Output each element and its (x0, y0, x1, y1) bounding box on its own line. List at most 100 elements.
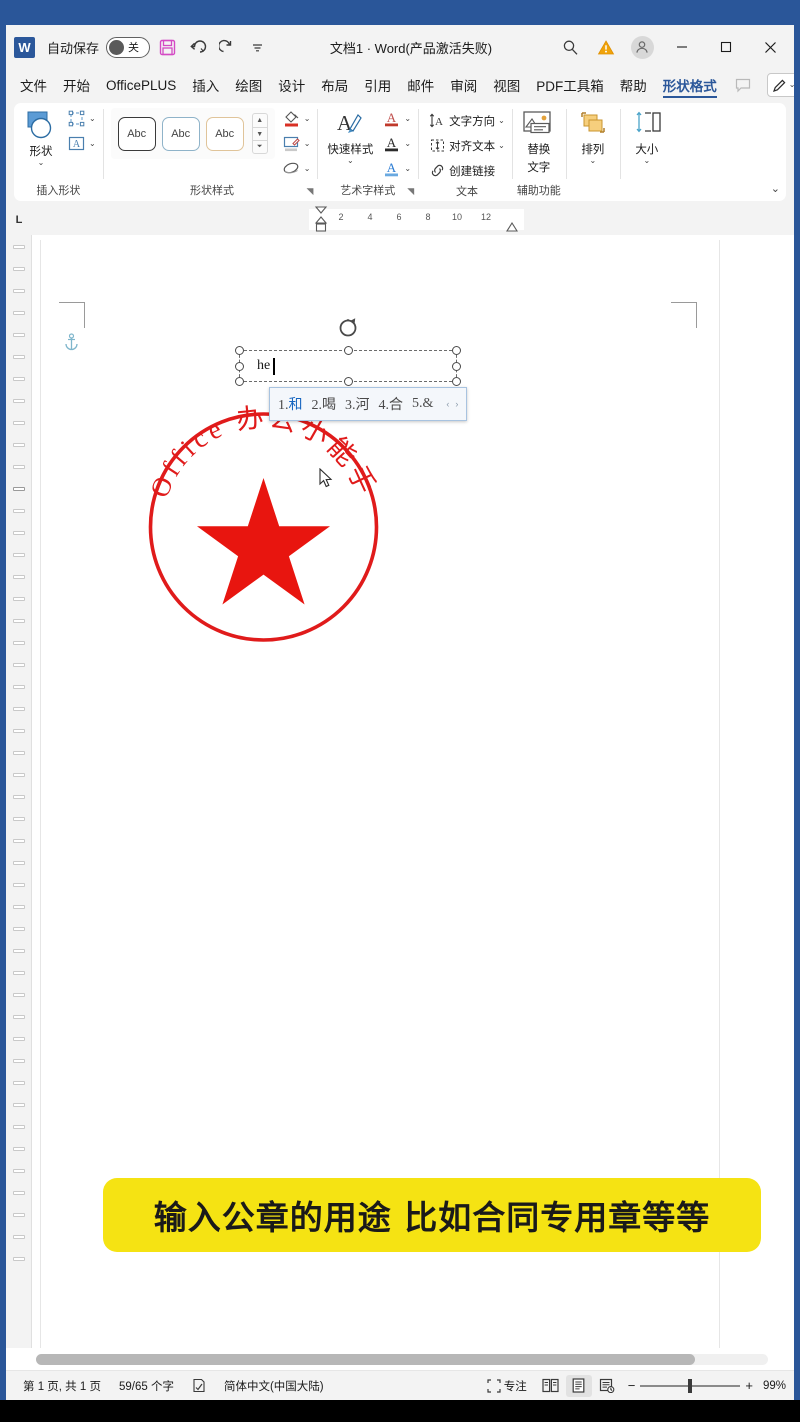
shape-styles-gallery-nav[interactable]: ▲ ▼ ⏷ (251, 113, 268, 154)
vertical-ruler[interactable] (6, 235, 32, 1348)
ime-candidate-4[interactable]: 4.合 (379, 394, 404, 414)
text-fill-button[interactable]: A ⌄ (379, 106, 414, 131)
zoom-level-label[interactable]: 99% (763, 1380, 786, 1392)
ime-candidate-5[interactable]: 5.& (412, 396, 433, 412)
align-text-button[interactable]: 对齐文本 ⌄ (426, 133, 508, 158)
redo-icon[interactable] (214, 34, 240, 60)
resize-handle-middle-left[interactable] (235, 361, 244, 371)
zoom-in-button[interactable]: + (745, 1378, 753, 1393)
arrange-button[interactable]: 排列 ⌄ (570, 106, 616, 165)
tab-officeplus[interactable]: OfficePLUS (98, 71, 184, 99)
right-indent-marker[interactable] (504, 221, 520, 233)
create-link-label: 创建链接 (449, 165, 496, 178)
focus-mode-button[interactable]: 专注 (478, 1378, 536, 1394)
ime-prev-page-icon[interactable]: ‹ (446, 399, 449, 409)
resize-handle-top-left[interactable] (235, 346, 244, 355)
alt-text-button[interactable]: 替换 文字 (516, 106, 562, 175)
comment-icon[interactable] (725, 66, 761, 104)
seal-stamp-graphic[interactable]: Office 办公小能手 (131, 390, 396, 655)
ime-next-page-icon[interactable]: › (455, 399, 458, 409)
resize-handle-bottom-left[interactable] (235, 377, 244, 386)
create-link-button[interactable]: 创建链接 (426, 158, 508, 183)
customize-qat-icon[interactable] (244, 34, 270, 60)
shapes-button[interactable]: 形状 ⌄ (18, 106, 64, 167)
chevron-down-icon: ⌄ (404, 138, 412, 148)
text-outline-button[interactable]: A ⌄ (379, 131, 414, 156)
shape-styles-gallery[interactable]: Abc Abc Abc ▲ ▼ ⏷ (110, 108, 275, 159)
zoom-slider[interactable]: − + (628, 1378, 753, 1393)
resize-handle-bottom-right[interactable] (452, 377, 461, 386)
word-app-icon[interactable]: W (14, 36, 35, 58)
minimize-button[interactable] (660, 28, 704, 66)
zoom-slider-thumb[interactable] (688, 1378, 693, 1393)
tab-design[interactable]: 设计 (270, 71, 313, 99)
selected-text-box[interactable] (235, 318, 461, 386)
tab-file[interactable]: 文件 (12, 71, 55, 99)
drawing-pen-button[interactable]: ⌄ (766, 73, 794, 97)
resize-handle-top-right[interactable] (452, 346, 461, 355)
zoom-slider-track[interactable] (640, 1378, 741, 1393)
tab-layout[interactable]: 布局 (313, 71, 356, 99)
tab-references[interactable]: 引用 (356, 71, 399, 99)
maximize-button[interactable] (704, 28, 748, 66)
search-icon[interactable] (552, 28, 588, 66)
tab-shape-format[interactable]: 形状格式 (655, 71, 725, 99)
horizontal-scrollbar-track[interactable] (36, 1353, 768, 1365)
shape-outline-button[interactable]: ⌄ (279, 131, 314, 156)
tab-draw[interactable]: 绘图 (227, 71, 270, 99)
tab-insert[interactable]: 插入 (184, 71, 227, 99)
ime-candidate-1[interactable]: 1.和 (278, 394, 303, 414)
view-read-mode-button[interactable] (538, 1375, 564, 1397)
gallery-scroll-down-icon[interactable]: ▼ (252, 127, 267, 140)
collapse-ribbon-icon[interactable]: ⌄ (771, 182, 780, 195)
tab-stop-selector[interactable]: L (6, 214, 32, 226)
shape-styles-dialog-launcher[interactable]: ◥ (306, 186, 313, 197)
horizontal-scrollbar-thumb[interactable] (36, 1353, 695, 1365)
tab-review[interactable]: 审阅 (442, 71, 485, 99)
close-button[interactable] (748, 28, 792, 66)
zoom-out-button[interactable]: − (628, 1378, 636, 1393)
tab-pdf-toolbox[interactable]: PDF工具箱 (528, 71, 612, 99)
size-button[interactable]: 大小 ⌄ (624, 106, 670, 165)
proofing-status[interactable] (183, 1378, 215, 1393)
tab-mailings[interactable]: 邮件 (399, 71, 442, 99)
page-indicator[interactable]: 第 1 页, 共 1 页 (14, 1378, 110, 1394)
shape-style-swatch-3[interactable]: Abc (205, 116, 244, 151)
shape-fill-button[interactable]: ⌄ (279, 106, 314, 131)
warning-icon[interactable] (588, 28, 624, 66)
account-avatar[interactable] (624, 28, 660, 66)
gallery-scroll-up-icon[interactable]: ▲ (253, 114, 267, 127)
resize-handle-bottom-center[interactable] (343, 377, 353, 386)
language-indicator[interactable]: 简体中文(中国大陆) (215, 1378, 333, 1394)
shape-style-swatch-1[interactable]: Abc (117, 116, 156, 151)
ime-candidate-2[interactable]: 2.喝 (312, 394, 337, 414)
view-web-layout-button[interactable] (594, 1375, 620, 1397)
tab-help[interactable]: 帮助 (612, 71, 655, 99)
vertical-ruler-tick (13, 575, 25, 579)
ime-candidate-popup[interactable]: 1.和 2.喝 3.河 4.合 5.& ‹ › (269, 387, 468, 421)
shape-effects-button[interactable]: ⌄ (279, 156, 314, 181)
undo-icon[interactable] (184, 34, 210, 60)
resize-handle-middle-right[interactable] (452, 361, 461, 371)
gallery-expand-icon[interactable]: ⏷ (252, 140, 267, 153)
view-print-layout-button[interactable] (565, 1374, 592, 1397)
tab-home[interactable]: 开始 (55, 71, 98, 99)
resize-handle-top-center[interactable] (343, 346, 353, 355)
tab-view[interactable]: 视图 (485, 71, 528, 99)
shape-style-swatch-2[interactable]: Abc (161, 116, 200, 151)
draw-text-box-button[interactable]: A ⌄ (64, 131, 99, 156)
text-direction-button[interactable]: A 文字方向 ⌄ (426, 108, 508, 133)
save-icon[interactable] (154, 34, 180, 60)
vertical-ruler-tick (13, 1081, 25, 1085)
text-effects-button[interactable]: A ⌄ (379, 156, 414, 181)
rotate-handle[interactable] (337, 317, 359, 344)
autosave-toggle[interactable]: 关 (106, 36, 151, 58)
wordart-quick-styles-button[interactable]: A 快速样式 ⌄ (321, 106, 379, 165)
wordart-styles-dialog-launcher[interactable]: ◥ (407, 186, 414, 197)
ime-candidate-3[interactable]: 3.河 (345, 394, 370, 414)
edit-shape-button[interactable]: ⌄ (64, 106, 99, 131)
page-scroll-region[interactable]: Office 办公小能手 (32, 235, 794, 1348)
word-count[interactable]: 59/65 个字 (110, 1378, 183, 1394)
horizontal-ruler[interactable]: 2 4 6 8 10 12 (309, 206, 524, 233)
first-line-indent-marker[interactable] (313, 206, 329, 233)
